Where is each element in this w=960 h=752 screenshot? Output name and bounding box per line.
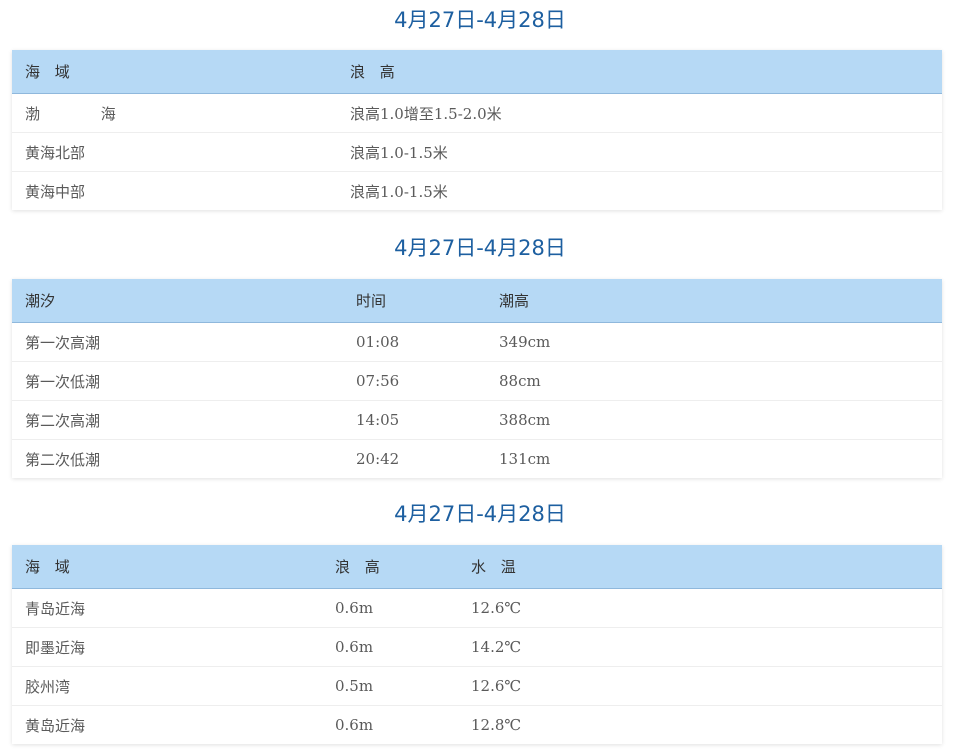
water-temp-cell: 12.6℃	[471, 677, 522, 695]
header-tide-height: 潮高	[499, 292, 530, 310]
sea-area-cell: 即墨近海	[25, 638, 86, 657]
tide-height-cell: 131cm	[499, 450, 551, 468]
header-tide: 潮汐	[25, 292, 56, 310]
table-row: 即墨近海 0.6m 14.2℃	[12, 628, 942, 667]
tide-height-cell: 88cm	[499, 372, 541, 390]
time-cell: 01:08	[356, 333, 400, 351]
sea-area-cell: 青岛近海	[25, 599, 86, 618]
header-wave-height: 浪 高	[335, 558, 385, 576]
table-header: 潮汐 时间 潮高	[12, 279, 942, 323]
table-row: 黄海中部 浪高1.0-1.5米	[12, 172, 942, 210]
header-sea-area: 海 域	[25, 63, 75, 81]
tide-cell: 第二次低潮	[25, 450, 101, 469]
table-row: 黄岛近海 0.6m 12.8℃	[12, 706, 942, 744]
wave-height-cell: 0.6m	[335, 599, 374, 617]
water-temp-cell: 12.8℃	[471, 716, 522, 734]
wave-height-cell: 浪高1.0-1.5米	[350, 143, 448, 162]
table-row: 第一次低潮 07:56 88cm	[12, 362, 942, 401]
wave-height-cell: 0.6m	[335, 716, 374, 734]
sea-area-cell: 黄岛近海	[25, 716, 86, 735]
table-row: 青岛近海 0.6m 12.6℃	[12, 589, 942, 628]
time-cell: 20:42	[356, 450, 400, 468]
table-row: 第二次低潮 20:42 131cm	[12, 440, 942, 478]
sea-area-cell: 胶州湾	[25, 677, 71, 696]
water-temp-cell: 12.6℃	[471, 599, 522, 617]
water-temp-cell: 14.2℃	[471, 638, 522, 656]
tide-table: 潮汐 时间 潮高 第一次高潮 01:08 349cm 第一次低潮 07:56 8…	[12, 279, 942, 478]
table-row: 第二次高潮 14:05 388cm	[12, 401, 942, 440]
wave-height-cell: 浪高1.0-1.5米	[350, 182, 448, 201]
sea-area-cell: 渤 海	[25, 104, 144, 123]
sea-area-cell: 黄海中部	[25, 182, 86, 201]
tide-cell: 第一次高潮	[25, 333, 101, 352]
tide-cell: 第二次高潮	[25, 411, 101, 430]
tide-height-cell: 388cm	[499, 411, 551, 429]
wave-forecast-title: 4月27日-4月28日	[394, 8, 566, 32]
wave-forecast-table: 海 域 浪 高 渤 海 浪高1.0增至1.5-2.0米 黄海北部 浪高1.0-1…	[12, 50, 942, 210]
table-header: 海 域 浪 高	[12, 50, 942, 94]
nearshore-forecast-title: 4月27日-4月28日	[394, 502, 566, 526]
table-header: 海 域 浪 高 水 温	[12, 545, 942, 589]
wave-height-cell: 浪高1.0增至1.5-2.0米	[350, 104, 502, 123]
header-water-temp: 水 温	[471, 558, 521, 576]
table-row: 胶州湾 0.5m 12.6℃	[12, 667, 942, 706]
table-row: 渤 海 浪高1.0增至1.5-2.0米	[12, 94, 942, 133]
table-row: 黄海北部 浪高1.0-1.5米	[12, 133, 942, 172]
sea-area-cell: 黄海北部	[25, 143, 86, 162]
tide-cell: 第一次低潮	[25, 372, 101, 391]
header-sea-area: 海 域	[25, 558, 75, 576]
header-time: 时间	[356, 292, 387, 310]
wave-height-cell: 0.6m	[335, 638, 374, 656]
table-row: 第一次高潮 01:08 349cm	[12, 323, 942, 362]
wave-height-cell: 0.5m	[335, 677, 374, 695]
time-cell: 07:56	[356, 372, 400, 390]
tide-forecast-title: 4月27日-4月28日	[394, 236, 566, 260]
time-cell: 14:05	[356, 411, 400, 429]
tide-height-cell: 349cm	[499, 333, 551, 351]
header-wave-height: 浪 高	[350, 63, 400, 81]
nearshore-table: 海 域 浪 高 水 温 青岛近海 0.6m 12.6℃ 即墨近海 0.6m 14…	[12, 545, 942, 744]
